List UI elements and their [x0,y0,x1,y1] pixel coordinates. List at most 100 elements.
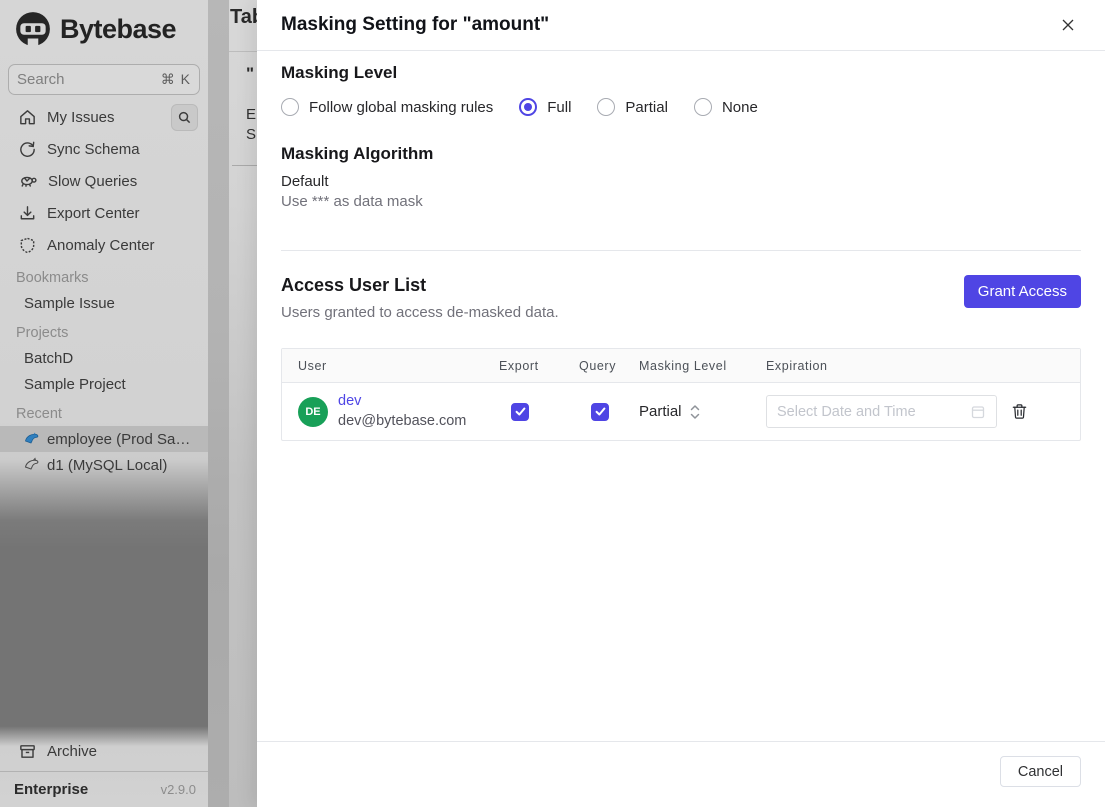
col-header-expiration: Expiration [766,358,828,373]
sidebar-footer: Enterprise v2.9.0 [0,771,208,807]
grant-access-button[interactable]: Grant Access [963,275,1081,308]
close-icon[interactable] [1055,12,1081,38]
delete-access-button[interactable] [1011,403,1028,420]
radio-label: Follow global masking rules [309,98,494,116]
sidebar-item-archive[interactable]: Archive [0,735,208,767]
access-user-list-heading: Access User List [281,275,427,295]
sidebar-item-employee-db[interactable]: employee (Prod Sam... [0,426,208,452]
background-page-fragment: S [246,126,257,143]
radio-icon[interactable] [693,98,712,116]
sidebar-item-label: Slow Queries [48,172,138,190]
sidebar-item-export-center[interactable]: Export Center [0,197,208,229]
sidebar-item-label: Anomaly Center [47,236,155,254]
plan-label[interactable]: Enterprise [14,781,88,798]
recent-db-label: d1 (MySQL Local) [47,456,168,474]
sidebar-item-sync-schema[interactable]: Sync Schema [0,133,208,165]
version-label: v2.9.0 [160,782,196,797]
query-checkbox[interactable] [591,402,609,421]
modal-header: Masking Setting for "amount" [257,0,1105,51]
quick-search-button[interactable] [171,103,198,131]
masking-level-value: Partial [639,403,682,420]
col-header-actions [1028,349,1080,382]
divider [232,165,257,166]
bookmark-label: Sample Issue [24,294,115,312]
background-page-fragment: E [246,106,257,123]
background-page-title-fragment: Tab [230,6,257,28]
sidebar-item-slow-queries[interactable]: Slow Queries [0,165,208,197]
download-icon [20,205,35,219]
shield-icon [20,237,35,253]
user-name-link[interactable]: dev [338,392,466,412]
divider [281,250,1081,251]
sidebar-item-sample-project[interactable]: Sample Project [0,371,208,397]
cancel-button[interactable]: Cancel [999,756,1081,787]
user-email: dev@bytebase.com [338,412,467,429]
radio-none[interactable]: None [693,98,758,116]
date-placeholder: Select Date and Time [777,403,916,420]
section-header-recent: Recent [16,406,62,422]
archive-icon [20,744,35,758]
calendar-icon [971,405,985,418]
col-header-query: Query [579,358,617,373]
database-icon [25,432,39,444]
search-shortcut: ⌘ K [160,71,191,87]
col-header-export: Export [499,358,539,373]
search-placeholder: Search [17,71,65,88]
project-label: BatchD [24,349,74,367]
trash-icon [1012,404,1027,419]
radio-icon[interactable] [281,98,299,116]
radio-icon[interactable] [597,98,616,116]
sidebar-item-d1-db[interactable]: d1 (MySQL Local) [0,452,208,478]
dimmed-overlay[interactable]: Tab " E S [208,0,257,807]
background-page-fragment: " [246,64,255,83]
app-title: Bytebase [60,13,177,44]
export-checkbox[interactable] [511,402,529,421]
table-header-row: User Export Query Masking Level Expirati… [282,349,1080,383]
sidebar-item-batchd[interactable]: BatchD [0,345,208,371]
app-logo[interactable]: Bytebase [0,0,208,56]
sidebar-nav: My Issues Sync Schema Slow Queries Expor… [0,101,208,261]
chevron-updown-icon [690,404,699,419]
sidebar-item-sample-issue[interactable]: Sample Issue [0,290,208,316]
masking-setting-modal: Masking Setting for "amount" Masking Lev… [257,0,1105,807]
access-user-list-subtitle: Users granted to access de-masked data. [281,304,559,321]
masking-level-radio-group: Follow global masking rules Full Partial… [281,98,1081,116]
sidebar: Bytebase Search ⌘ K My Issues Sync Schem… [0,0,208,807]
radio-icon[interactable] [519,98,538,116]
sync-icon [20,141,35,157]
sidebar-item-label: Export Center [47,204,140,222]
overlay-gap [208,0,229,807]
archive-label: Archive [47,742,98,760]
modal-body: Masking Level Follow global masking rule… [257,51,1105,741]
radio-partial[interactable]: Partial [597,98,668,116]
algorithm-name: Default [281,173,329,190]
avatar: DE [298,396,328,427]
col-header-user: User [298,358,327,373]
sidebar-item-anomaly-center[interactable]: Anomaly Center [0,229,208,261]
radio-label: Partial [625,98,668,116]
divider [229,51,257,52]
radio-label: Full [547,98,572,116]
radio-follow-global[interactable]: Follow global masking rules [281,98,493,116]
table-row: DE dev dev@bytebase.com Partial Select D… [282,383,1080,440]
access-user-table: User Export Query Masking Level Expirati… [281,348,1081,441]
sidebar-item-label: Sync Schema [47,140,140,158]
turtle-icon [21,176,37,187]
database-icon [24,457,39,470]
algorithm-description: Use *** as data mask [281,193,423,210]
section-header-bookmarks: Bookmarks [16,270,89,286]
search-input[interactable]: Search ⌘ K [8,64,200,95]
home-icon [20,109,35,124]
expiration-date-input[interactable]: Select Date and Time [766,395,997,428]
sidebar-item-label: My Issues [47,108,115,126]
modal-footer: Cancel [257,741,1105,807]
modal-title: Masking Setting for "amount" [281,14,550,35]
recent-db-label: employee (Prod Sam... [46,430,200,448]
col-header-masking-level: Masking Level [639,358,727,373]
radio-label: None [721,98,758,116]
bytebase-logo-icon [16,12,50,48]
radio-full[interactable]: Full [519,98,571,116]
masking-level-select[interactable]: Partial [639,403,700,420]
section-header-projects: Projects [16,325,69,341]
sidebar-item-my-issues[interactable]: My Issues [0,101,208,133]
